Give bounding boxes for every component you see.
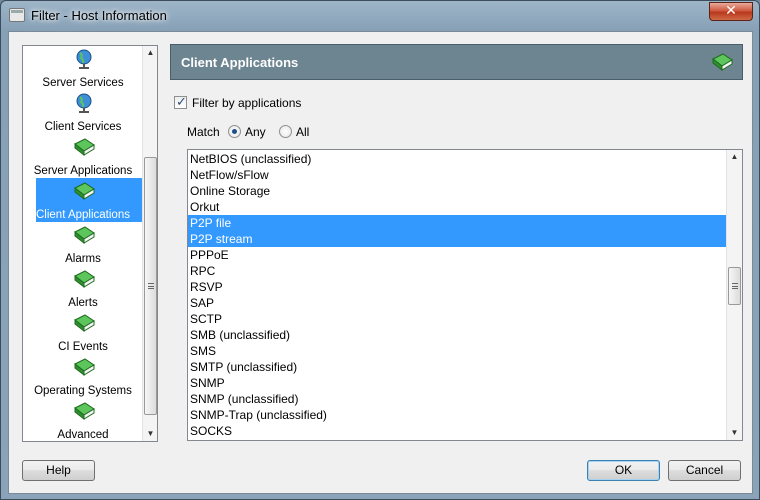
book-icon	[712, 53, 733, 72]
match-label: Match	[187, 125, 220, 139]
list-item[interactable]: NetBIOS (unclassified)	[188, 151, 726, 167]
book-icon	[74, 182, 95, 201]
list-item[interactable]: RSVP	[188, 279, 726, 295]
ok-button[interactable]: OK	[587, 460, 660, 481]
list-item[interactable]: Online Storage	[188, 183, 726, 199]
list-item[interactable]: SNMP (unclassified)	[188, 391, 726, 407]
dialog-body: Server Services Client Services Server App…	[8, 31, 753, 494]
nav-item-client-applications[interactable]: Client Applications	[23, 178, 143, 222]
scroll-down-icon[interactable]: ▼	[727, 426, 742, 440]
section-header: Client Applications	[170, 44, 743, 80]
list-item[interactable]: RPC	[188, 263, 726, 279]
book-icon	[74, 402, 95, 421]
scroll-up-icon[interactable]: ▲	[727, 150, 742, 164]
checkbox-checked[interactable]: ✓	[174, 94, 187, 109]
book-icon	[74, 226, 95, 245]
filter-dialog-window: Filter - Host Information ✕ Server Servi…	[0, 0, 760, 500]
list-item[interactable]: SMB (unclassified)	[188, 327, 726, 343]
globe-icon	[76, 93, 92, 113]
scroll-up-icon[interactable]: ▲	[143, 46, 158, 60]
list-item[interactable]: SAP	[188, 295, 726, 311]
list-item[interactable]: P2P stream	[188, 231, 726, 247]
list-item[interactable]: SMTP (unclassified)	[188, 359, 726, 375]
nav-scrollbar[interactable]: ▲ ▼	[142, 46, 157, 441]
book-icon	[74, 314, 95, 333]
nav-item-server-applications[interactable]: Server Applications	[23, 134, 143, 178]
cancel-button[interactable]: Cancel	[668, 460, 741, 481]
radio-any-label[interactable]: Any	[245, 125, 266, 139]
nav-scroll-thumb[interactable]	[144, 157, 157, 415]
nav-item-label: Client Services	[44, 121, 122, 133]
radio-all[interactable]	[279, 125, 292, 138]
globe-icon	[76, 49, 92, 69]
list-item[interactable]: PPPoE	[188, 247, 726, 263]
help-button[interactable]: Help	[22, 460, 95, 481]
scroll-down-icon[interactable]: ▼	[143, 427, 158, 441]
nav-item-operating-systems[interactable]: Operating Systems	[23, 354, 143, 398]
nav-item-label: Server Applications	[33, 165, 133, 177]
list-item[interactable]: NetFlow/sFlow	[188, 167, 726, 183]
book-icon	[74, 358, 95, 377]
nav-item-label: Alerts	[68, 297, 98, 309]
list-item[interactable]: SNMP-Trap (unclassified)	[188, 407, 726, 423]
close-button[interactable]: ✕	[709, 2, 753, 21]
nav-item-alerts[interactable]: Alerts	[23, 266, 143, 310]
list-item[interactable]: SMS	[188, 343, 726, 359]
nav-item-label: Client Applications	[36, 209, 130, 221]
list-scrollbar[interactable]: ▲ ▼	[726, 150, 742, 440]
nav-item-ci-events[interactable]: CI Events	[23, 310, 143, 354]
category-nav: Server Services Client Services Server App…	[22, 45, 158, 442]
book-icon	[74, 270, 95, 289]
filter-label: Filter by applications	[192, 96, 302, 110]
applications-list[interactable]: NetBIOS (unclassified) NetFlow/sFlow Onlin…	[187, 149, 743, 441]
list-scroll-thumb[interactable]	[728, 267, 741, 305]
radio-all-label[interactable]: All	[296, 125, 309, 139]
book-icon	[74, 138, 95, 157]
list-item[interactable]: P2P file	[188, 215, 726, 231]
checkmark-icon: ✓	[176, 94, 187, 109]
nav-item-label: Server Services	[42, 77, 124, 89]
nav-item-label: CI Events	[58, 341, 108, 353]
radio-any[interactable]	[228, 125, 241, 138]
match-group: Match Any All	[187, 125, 387, 141]
nav-item-label: Advanced	[57, 429, 109, 441]
title-bar[interactable]: Filter - Host Information ✕	[1, 1, 759, 31]
nav-item-label: Alarms	[65, 253, 101, 265]
nav-item-advanced[interactable]: Advanced	[23, 398, 143, 442]
list-item[interactable]: SNMP	[188, 375, 726, 391]
nav-item-client-services[interactable]: Client Services	[23, 90, 143, 134]
window-icon	[9, 8, 25, 22]
section-title: Client Applications	[181, 55, 299, 70]
window-title: Filter - Host Information	[31, 8, 167, 23]
nav-item-server-services[interactable]: Server Services	[23, 46, 143, 90]
nav-item-alarms[interactable]: Alarms	[23, 222, 143, 266]
list-item[interactable]: SOCKS	[188, 423, 726, 439]
list-item[interactable]: SCTP	[188, 311, 726, 327]
nav-item-label: Operating Systems	[34, 385, 132, 397]
list-item[interactable]: Orkut	[188, 199, 726, 215]
